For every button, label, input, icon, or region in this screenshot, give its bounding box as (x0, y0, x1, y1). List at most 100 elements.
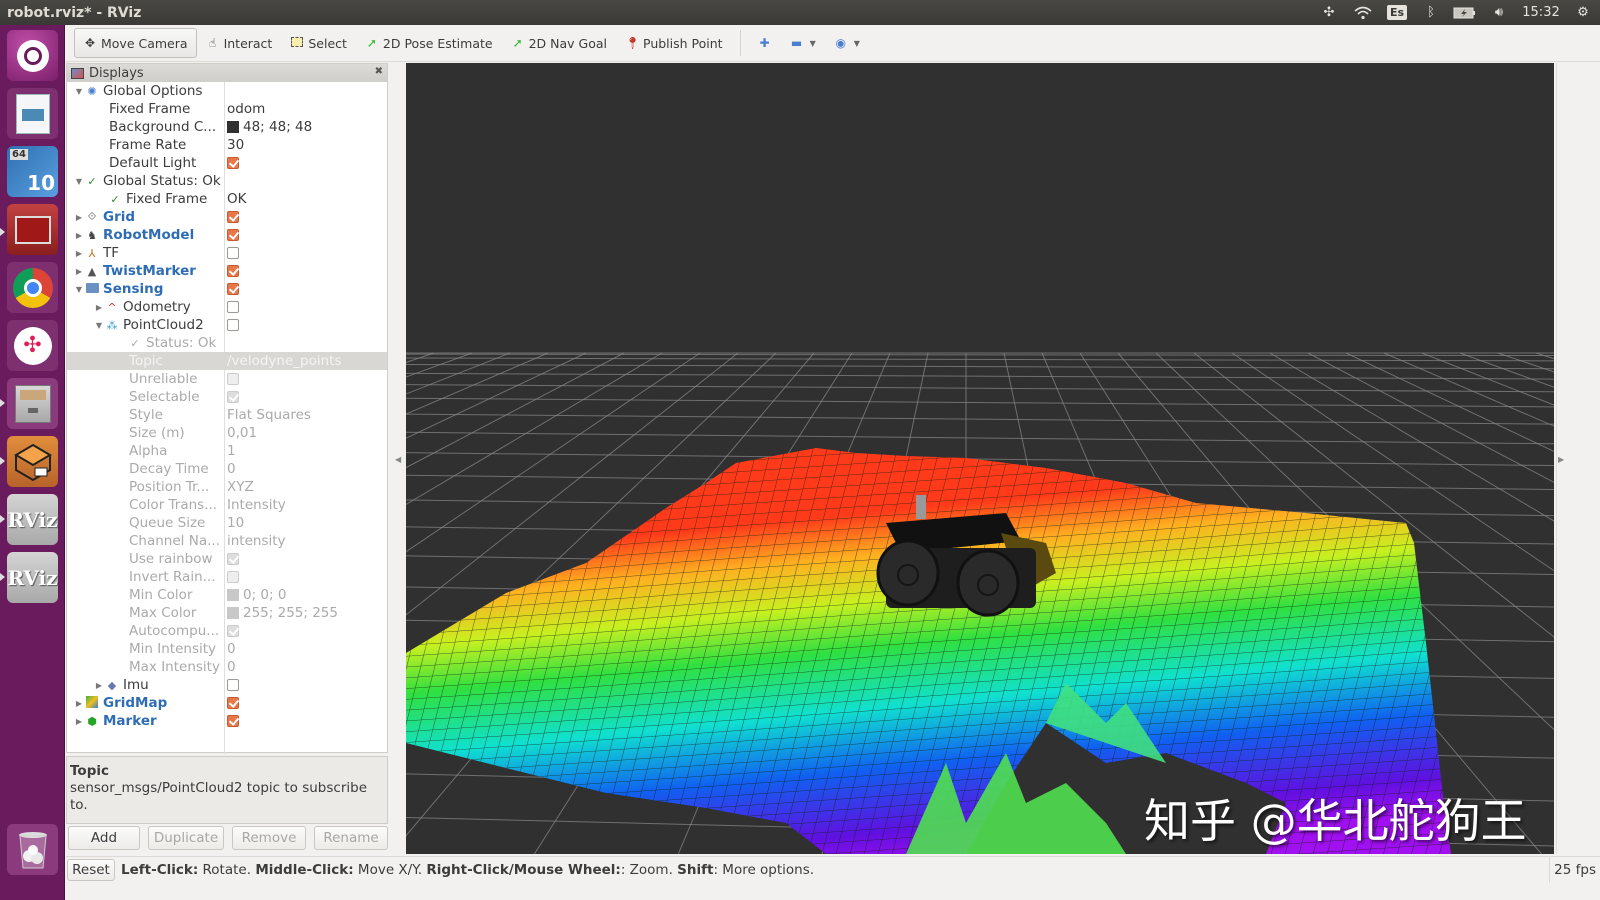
sensing-checkbox[interactable] (227, 283, 239, 295)
grid-checkbox[interactable] (227, 211, 239, 223)
2d-pose-estimate-tool[interactable]: ➚ 2D Pose Estimate (356, 28, 502, 58)
expand-arrow-icon[interactable]: ▶ (74, 267, 84, 276)
right-dock-expand-handle[interactable]: ▶ (1558, 455, 1564, 464)
robotmodel-checkbox[interactable] (227, 229, 239, 241)
tree-row-odometry[interactable]: ▶ ^ Odometry (67, 298, 387, 316)
expand-arrow-icon[interactable]: ▶ (74, 699, 84, 708)
expand-arrow-icon[interactable]: ▶ (94, 681, 104, 690)
tree-row-max-intensity[interactable]: Max Intensity 0 (67, 658, 387, 676)
power-gear-icon[interactable]: ⚙ (1566, 0, 1600, 25)
pointcloud2-checkbox[interactable] (227, 319, 239, 331)
bluetooth-icon[interactable]: ᛒ (1414, 0, 1448, 25)
tree-row-background-color[interactable]: Background C... 48; 48; 48 (67, 118, 387, 136)
tree-row-style[interactable]: Style Flat Squares (67, 406, 387, 424)
launcher-terminal-red[interactable] (7, 204, 58, 255)
tree-row-global-options[interactable]: ▼ ✺ Global Options (67, 82, 387, 100)
expand-arrow-icon[interactable]: ▼ (94, 321, 104, 330)
tree-row-tf[interactable]: ▶ ⅄ TF (67, 244, 387, 262)
tree-row-default-light[interactable]: Default Light (67, 154, 387, 172)
reset-button[interactable]: Reset (67, 858, 115, 881)
tree-row-marker[interactable]: ▶ ⬢ Marker (67, 712, 387, 730)
battery-charging-icon[interactable] (1448, 0, 1482, 25)
3d-render-viewport[interactable]: 知乎 @华北舵狗王 (406, 63, 1554, 854)
clock[interactable]: 15:32 (1516, 0, 1566, 25)
interact-tool[interactable]: ☝ Interact (197, 28, 282, 58)
imu-checkbox[interactable] (227, 679, 239, 691)
tree-row-twistmarker[interactable]: ▶ ▲ TwistMarker (67, 262, 387, 280)
select-tool[interactable]: Select (281, 28, 356, 58)
move-camera-tool[interactable]: ✥ Move Camera (74, 28, 197, 58)
2d-nav-goal-tool[interactable]: ➚ 2D Nav Goal (502, 28, 616, 58)
tree-row-autocompute[interactable]: Autocompu... (67, 622, 387, 640)
tree-row-channel-name[interactable]: Channel Na... intensity (67, 532, 387, 550)
launcher-trash[interactable] (7, 824, 58, 875)
launcher-ubuntu-dash[interactable] (7, 30, 58, 81)
tree-row-color-transformer[interactable]: Color Trans... Intensity (67, 496, 387, 514)
tree-row-sensing[interactable]: ▼ Sensing (67, 280, 387, 298)
close-icon[interactable]: ✖ (375, 66, 383, 77)
tree-row-fixed-frame[interactable]: Fixed Frame odom (67, 100, 387, 118)
tree-row-use-rainbow[interactable]: Use rainbow (67, 550, 387, 568)
add-tool-button[interactable]: ✚ (749, 28, 781, 58)
fixed-frame-value[interactable]: odom (227, 101, 265, 117)
tf-checkbox[interactable] (227, 247, 239, 259)
view-options-button[interactable]: ◉ ▼ (825, 28, 869, 58)
gridmap-checkbox[interactable] (227, 697, 239, 709)
launcher-rviz-1[interactable]: RViz (7, 494, 58, 545)
tree-row-position-transformer[interactable]: Position Tr... XYZ (67, 478, 387, 496)
unreliable-checkbox[interactable] (227, 373, 239, 385)
left-dock-collapse-handle[interactable]: ◀ (395, 455, 401, 464)
tree-row-global-status[interactable]: ▼ ✓ Global Status: Ok (67, 172, 387, 190)
tree-row-selectable[interactable]: Selectable (67, 388, 387, 406)
tree-row-status-fixed-frame[interactable]: ✓ Fixed Frame OK (67, 190, 387, 208)
tree-row-grid[interactable]: ▶ ⟐ Grid (67, 208, 387, 226)
tree-row-imu[interactable]: ▶ ◆ Imu (67, 676, 387, 694)
use-rainbow-checkbox[interactable] (227, 553, 239, 565)
expand-arrow-icon[interactable]: ▼ (74, 87, 84, 96)
duplicate-button[interactable]: Duplicate (148, 826, 224, 850)
remove-tool-button[interactable]: ▬ ▼ (781, 28, 825, 58)
tree-row-max-color[interactable]: Max Color 255; 255; 255 (67, 604, 387, 622)
expand-arrow-icon[interactable]: ▶ (74, 213, 84, 222)
twistmarker-checkbox[interactable] (227, 265, 239, 277)
tree-row-unreliable[interactable]: Unreliable (67, 370, 387, 388)
slack-tray-icon[interactable]: ✣ (1312, 0, 1346, 25)
autocompute-checkbox[interactable] (227, 625, 239, 637)
tree-row-pointcloud-status[interactable]: ✓ Status: Ok (67, 334, 387, 352)
expand-arrow-icon[interactable]: ▶ (74, 231, 84, 240)
invert-rainbow-checkbox[interactable] (227, 571, 239, 583)
launcher-chrome[interactable] (7, 262, 58, 313)
3d-scene[interactable] (406, 63, 1554, 854)
expand-arrow-icon[interactable]: ▶ (74, 249, 84, 258)
launcher-slack[interactable]: ✣ (7, 320, 58, 371)
launcher-virtualbox[interactable]: 64 10 (7, 146, 58, 197)
wifi-icon[interactable] (1346, 0, 1380, 25)
selectable-checkbox[interactable] (227, 391, 239, 403)
odometry-checkbox[interactable] (227, 301, 239, 313)
marker-checkbox[interactable] (227, 715, 239, 727)
launcher-package-box[interactable] (7, 436, 58, 487)
tree-row-robotmodel[interactable]: ▶ ♞ RobotModel (67, 226, 387, 244)
tree-row-alpha[interactable]: Alpha 1 (67, 442, 387, 460)
tree-row-pointcloud2[interactable]: ▼ ⁂ PointCloud2 (67, 316, 387, 334)
topic-value[interactable]: /velodyne_points (227, 353, 342, 369)
rename-button[interactable]: Rename (314, 826, 388, 850)
add-button[interactable]: Add (68, 826, 140, 850)
tree-row-topic[interactable]: Topic/velodyne_points (67, 352, 387, 370)
tree-row-min-color[interactable]: Min Color 0; 0; 0 (67, 586, 387, 604)
tree-row-queue-size[interactable]: Queue Size 10 (67, 514, 387, 532)
tree-row-decay-time[interactable]: Decay Time 0 (67, 460, 387, 478)
expand-arrow-icon[interactable]: ▶ (94, 303, 104, 312)
tree-row-size[interactable]: Size (m) 0,01 (67, 424, 387, 442)
volume-icon[interactable]: 🔊︎ (1482, 0, 1516, 25)
keyboard-layout-indicator[interactable]: Es (1380, 0, 1414, 25)
expand-arrow-icon[interactable]: ▼ (74, 177, 84, 186)
launcher-file-cabinet[interactable] (7, 378, 58, 429)
default-light-checkbox[interactable] (227, 157, 239, 169)
remove-button[interactable]: Remove (232, 826, 306, 850)
tree-row-min-intensity[interactable]: Min Intensity 0 (67, 640, 387, 658)
tree-row-gridmap[interactable]: ▶ GridMap (67, 694, 387, 712)
launcher-rviz-2[interactable]: RViz (7, 552, 58, 603)
expand-arrow-icon[interactable]: ▶ (74, 717, 84, 726)
publish-point-tool[interactable]: 📍︎ Publish Point (616, 28, 732, 58)
